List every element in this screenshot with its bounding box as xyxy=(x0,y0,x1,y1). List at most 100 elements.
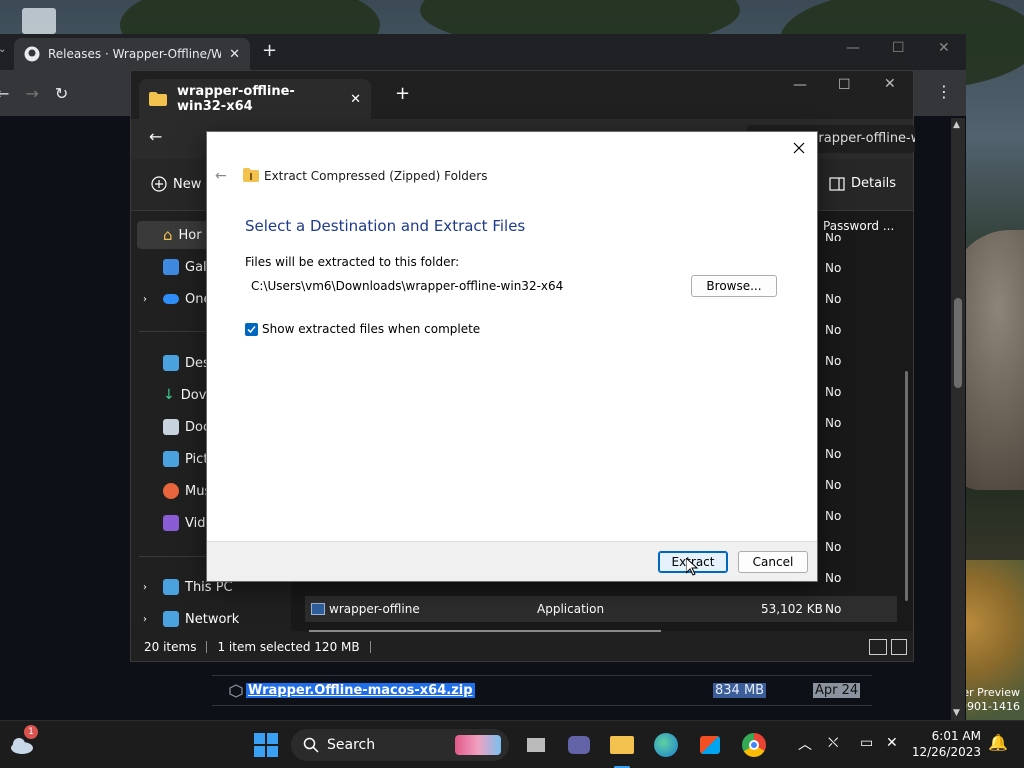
insider-watermark: er Preview 0901-1416 xyxy=(960,686,1020,713)
home-icon: ⌂ xyxy=(163,226,173,244)
taskbar-search[interactable]: Search xyxy=(291,729,509,761)
scroll-down-icon[interactable]: ▼ xyxy=(953,708,960,718)
close-window-icon[interactable]: ✕ xyxy=(884,76,896,92)
forward-icon[interactable]: → xyxy=(25,84,38,103)
start-button[interactable] xyxy=(252,731,280,759)
destination-path-field[interactable]: C:\Users\vm6\Downloads\wrapper-offline-w… xyxy=(251,279,563,293)
cancel-button[interactable]: Cancel xyxy=(738,551,808,573)
chrome-icon[interactable] xyxy=(740,731,768,759)
password-cell: No xyxy=(825,323,842,337)
dialog-heading: Select a Destination and Extract Files xyxy=(245,217,526,235)
reload-icon[interactable]: ↻ xyxy=(55,84,68,103)
github-icon xyxy=(24,46,40,62)
sidebar-item-network[interactable]: › Network xyxy=(137,605,287,633)
network-icon xyxy=(163,611,179,627)
new-button[interactable]: New xyxy=(151,176,201,192)
details-label: Details xyxy=(851,176,897,191)
details-button[interactable]: Details xyxy=(829,176,896,191)
menu-dots-icon[interactable]: ⋮ xyxy=(936,82,952,101)
volume-muted-icon[interactable]: ✕ xyxy=(886,735,898,751)
onedrive-cloud-icon xyxy=(163,294,179,304)
close-icon[interactable]: ✕ xyxy=(229,47,240,62)
teams-icon[interactable] xyxy=(565,731,593,759)
desktop-icon xyxy=(163,355,179,371)
chevron-right-icon[interactable]: › xyxy=(143,582,147,593)
zip-folder-icon xyxy=(243,168,259,182)
music-icon xyxy=(163,483,179,499)
network-tray-icon[interactable]: ⛌ xyxy=(828,735,838,751)
release-asset-link[interactable]: Wrapper.Offline-macos-x64.zip xyxy=(246,683,475,698)
chrome-tab-releases[interactable]: Releases · Wrapper-Offline/Wra ✕ xyxy=(14,38,250,70)
file-name: wrapper-offline xyxy=(329,602,420,616)
checkmark-icon xyxy=(247,325,256,333)
minimize-icon[interactable]: — xyxy=(793,77,807,93)
minimize-icon[interactable]: — xyxy=(846,40,860,56)
file-size: 53,102 KB xyxy=(761,602,823,616)
explorer-tab[interactable]: wrapper-offline-win32-x64 ✕ xyxy=(139,79,371,119)
back-icon[interactable]: ← xyxy=(0,84,9,103)
scrollbar-thumb[interactable] xyxy=(954,298,962,388)
password-cell: No xyxy=(825,602,842,616)
close-icon[interactable] xyxy=(789,138,809,158)
edge-icon[interactable] xyxy=(652,731,680,759)
password-cell: No xyxy=(825,231,842,241)
computer-icon xyxy=(163,579,179,595)
show-files-checkbox[interactable] xyxy=(245,322,258,336)
close-window-icon[interactable]: ✕ xyxy=(938,40,950,56)
page-scrollbar[interactable]: ▲ ▼ xyxy=(951,118,965,720)
notification-badge: 1 xyxy=(24,725,38,739)
browse-button[interactable]: Browse... xyxy=(691,275,777,297)
windows-logo-icon xyxy=(254,733,278,757)
chevron-down-icon[interactable]: ⌄ xyxy=(0,44,6,55)
status-bar: 20 items 1 item selected 120 MB xyxy=(131,633,913,661)
search-label: Search xyxy=(327,737,376,753)
divider xyxy=(206,641,208,653)
password-cell: No xyxy=(825,447,842,461)
store-icon[interactable] xyxy=(696,731,724,759)
details-view-icon[interactable] xyxy=(869,639,887,655)
download-icon: ↓ xyxy=(163,387,175,403)
maximize-icon[interactable]: ☐ xyxy=(892,40,905,56)
password-cell: No xyxy=(825,571,842,585)
display-tray-icon[interactable]: ▭ xyxy=(860,735,873,751)
clock-time: 6:01 AM xyxy=(931,729,981,743)
back-icon[interactable]: ← xyxy=(149,127,162,146)
table-row[interactable]: wrapper-offline Application 53,102 KB No xyxy=(305,596,897,622)
pictures-icon xyxy=(163,451,179,467)
sidebar-item-label: Pict xyxy=(185,451,209,467)
gallery-icon xyxy=(163,259,179,275)
clock-date: 12/26/2023 xyxy=(911,745,981,759)
video-icon xyxy=(163,515,179,531)
back-icon[interactable]: ← xyxy=(215,168,227,184)
chrome-tab-title: Releases · Wrapper-Offline/Wra xyxy=(48,47,222,61)
maximize-icon[interactable]: ☐ xyxy=(838,77,851,93)
weather-widget-icon[interactable]: 1 xyxy=(8,725,38,759)
password-cell: No xyxy=(825,261,842,275)
file-explorer-taskbar-icon[interactable] xyxy=(608,731,636,768)
scroll-up-icon[interactable]: ▲ xyxy=(953,120,960,130)
sidebar-item-label: Dov xyxy=(180,387,207,403)
explorer-tab-strip: wrapper-offline-win32-x64 ✕ + — ☐ ✕ xyxy=(131,71,913,119)
file-list-scrollbar[interactable] xyxy=(905,371,908,601)
tiles-view-icon[interactable] xyxy=(891,639,907,655)
password-cell: No xyxy=(825,292,842,306)
plus-circle-icon xyxy=(151,176,167,192)
notification-bell-icon[interactable]: 🔔 xyxy=(988,733,1008,752)
chevron-right-icon[interactable]: › xyxy=(143,614,147,625)
dialog-title: Extract Compressed (Zipped) Folders xyxy=(264,169,488,183)
new-tab-icon[interactable]: + xyxy=(262,40,277,61)
sidebar-item-label: Hor xyxy=(178,227,202,243)
recycle-bin-icon[interactable] xyxy=(22,8,56,34)
horizontal-scrollbar[interactable] xyxy=(309,630,661,632)
clock[interactable]: 6:01 AM 12/26/2023 xyxy=(912,728,981,760)
extract-dialog: ← Extract Compressed (Zipped) Folders Se… xyxy=(206,131,818,582)
show-files-option[interactable]: Show extracted files when complete xyxy=(245,322,480,336)
destination-label: Files will be extracted to this folder: xyxy=(245,255,460,269)
taskbar: 1 Search ︿ ⛌ ▭ ✕ 6:01 AM 12/26/2023 🔔 xyxy=(0,720,1024,768)
new-tab-icon[interactable]: + xyxy=(395,83,410,104)
task-view-icon[interactable] xyxy=(522,731,550,759)
chevron-right-icon[interactable]: › xyxy=(143,294,147,305)
explorer-tab-title: wrapper-offline-win32-x64 xyxy=(177,84,295,114)
close-icon[interactable]: ✕ xyxy=(350,92,361,107)
chevron-up-icon[interactable]: ︿ xyxy=(798,734,812,754)
